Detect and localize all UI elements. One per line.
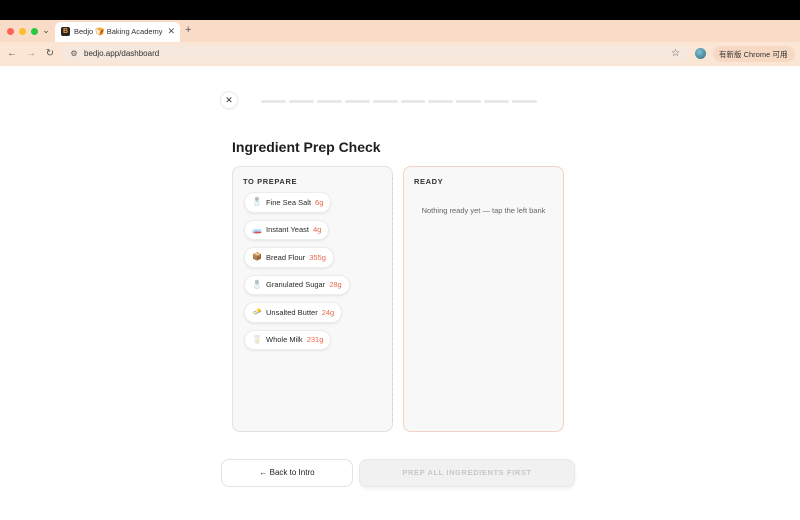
ingredient-name: Whole Milk (266, 335, 303, 345)
tab-title: Bedjo 🍞 Baking Academy (74, 27, 163, 36)
milk-carton-icon: 🥛 (252, 334, 262, 344)
ingredient-chip[interactable]: 🧫 Instant Yeast 4g (244, 219, 330, 240)
window-close-icon[interactable] (7, 28, 14, 35)
ingredient-list: 🧂 Fine Sea Salt 6g 🧫 Instant Yeast 4g 📦 Bread F… (244, 192, 350, 350)
progress-segment (484, 100, 510, 103)
ingredient-quantity: 24g (321, 307, 335, 317)
ready-panel[interactable]: READY Nothing ready yet — tap the left b… (403, 166, 564, 432)
close-lesson-button[interactable]: ✕ (220, 91, 238, 109)
progress-segment (261, 100, 286, 103)
progress-segment (456, 100, 482, 103)
prep-all-ingredients-button[interactable]: PREP ALL INGREDIENTS FIRST (359, 459, 575, 487)
ingredient-quantity: 231g (306, 335, 324, 345)
ingredient-quantity: 4g (312, 225, 322, 235)
progress-segment (316, 100, 342, 103)
profile-avatar[interactable] (695, 48, 706, 59)
ready-empty-message: Nothing ready yet — tap the left bank (421, 206, 546, 215)
back-arrow-icon[interactable]: ← (5, 47, 19, 61)
progress-segment (372, 100, 398, 103)
bookmark-star-icon[interactable]: ☆ (671, 47, 680, 61)
ingredient-quantity: 28g (329, 280, 342, 290)
flour-bag-icon: 📦 (252, 252, 262, 262)
tab-search-chevron-icon[interactable]: ⌄ (41, 24, 51, 36)
ingredient-name: Bread Flour (266, 252, 306, 262)
yeast-packet-icon: 🧫 (252, 224, 262, 234)
progress-segment (512, 100, 538, 103)
window-minimize-icon[interactable] (19, 28, 26, 35)
browser-toolbar: ← → ↻ ⚙ bedjo.app/dashboard ☆ 有新版 Chrome… (0, 42, 800, 66)
page-title: Ingredient Prep Check (232, 139, 381, 155)
forward-arrow-icon[interactable]: → (24, 47, 38, 61)
tab-close-icon[interactable]: ✕ (167, 26, 175, 36)
back-to-intro-button[interactable]: ← Back to Intro (221, 459, 353, 487)
ingredient-chip[interactable]: 🧂 Granulated Sugar 28g (244, 274, 350, 295)
browser-tab-bar: ⌄ B Bedjo 🍞 Baking Academy ✕ + (0, 20, 800, 42)
reload-icon[interactable]: ↻ (43, 47, 57, 61)
butter-icon: 🧈 (252, 307, 262, 317)
update-label: 有新版 Chrome 可用 (719, 50, 788, 59)
progress-segment (400, 100, 426, 103)
os-menu-bar (0, 0, 800, 20)
ingredient-quantity: 355g (309, 252, 326, 262)
new-tab-plus-icon[interactable]: + (185, 23, 191, 37)
address-bar[interactable]: ⚙ bedjo.app/dashboard ☆ (62, 45, 688, 63)
window-maximize-icon[interactable] (31, 28, 38, 35)
ingredient-name: Granulated Sugar (266, 280, 326, 290)
ingredient-quantity: 6g (315, 197, 324, 207)
ingredient-chip[interactable]: 🥛 Whole Milk 231g (244, 329, 332, 350)
progress-segment (344, 100, 370, 103)
ready-heading: READY (414, 177, 444, 186)
browser-tab-active[interactable]: B Bedjo 🍞 Baking Academy ✕ (55, 22, 180, 42)
ingredient-chip[interactable]: 🧈 Unsalted Butter 24g (244, 302, 343, 323)
ingredient-chip[interactable]: 📦 Bread Flour 355g (244, 247, 334, 268)
progress-segment (428, 100, 454, 103)
close-icon: ✕ (225, 95, 233, 105)
site-settings-icon[interactable]: ⚙ (68, 48, 80, 60)
salt-shaker-icon: 🧂 (252, 197, 262, 207)
kebab-menu-icon[interactable]: ⋮ (781, 48, 790, 60)
bedjo-favicon-icon: B (61, 27, 70, 36)
ingredient-name: Instant Yeast (266, 225, 309, 235)
to-prepare-panel: TO PREPARE 🧂 Fine Sea Salt 6g 🧫 Instant Yeas… (232, 166, 393, 432)
lesson-progress-bar (261, 100, 538, 103)
chrome-update-button[interactable]: 有新版 Chrome 可用 ⋮ (713, 46, 795, 62)
ingredient-name: Unsalted Butter (266, 307, 318, 317)
ingredient-chip[interactable]: 🧂 Fine Sea Salt 6g (244, 192, 332, 213)
ingredient-name: Fine Sea Salt (266, 197, 312, 207)
sugar-shaker-icon: 🧂 (252, 279, 262, 289)
progress-segment (288, 100, 314, 103)
to-prepare-heading: TO PREPARE (243, 177, 298, 186)
url-text[interactable]: bedjo.app/dashboard (84, 49, 159, 58)
